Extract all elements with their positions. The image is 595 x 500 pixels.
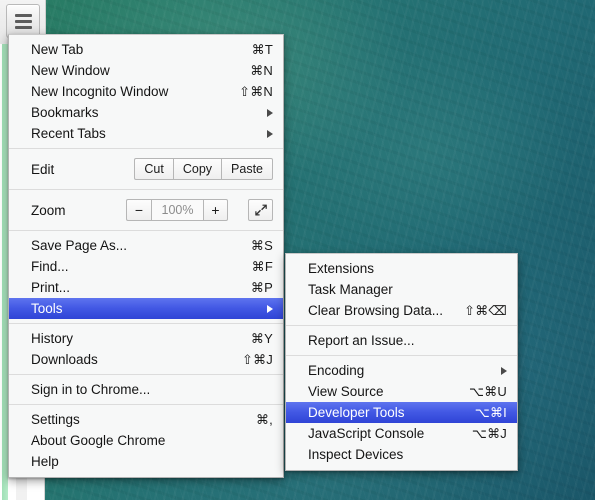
menu-item-history[interactable]: History ⌘Y [9, 328, 283, 349]
zoom-row-label: Zoom [31, 202, 66, 218]
chrome-main-menu: New Tab ⌘T New Window ⌘N New Incognito W… [8, 34, 284, 478]
menu-item-new-tab[interactable]: New Tab ⌘T [9, 39, 283, 60]
submenu-item-encoding[interactable]: Encoding [286, 360, 517, 381]
menu-item-label: View Source [308, 384, 384, 399]
menu-item-label: New Window [31, 63, 110, 78]
menu-item-save-page-as[interactable]: Save Page As... ⌘S [9, 235, 283, 256]
chevron-right-icon [267, 129, 273, 138]
submenu-item-extensions[interactable]: Extensions [286, 258, 517, 279]
menu-item-accelerator: ⇧⌘⌫ [464, 303, 507, 318]
menu-item-help[interactable]: Help [9, 451, 283, 472]
menu-item-label: Recent Tabs [31, 126, 106, 141]
menu-item-downloads[interactable]: Downloads ⇧⌘J [9, 349, 283, 370]
menu-item-accelerator: ⌘F [251, 259, 273, 274]
menu-item-label: Settings [31, 412, 80, 427]
menu-item-label: Report an Issue... [308, 333, 415, 348]
hamburger-line-2 [14, 19, 32, 23]
fullscreen-icon [254, 204, 267, 216]
menu-item-label: Help [31, 454, 59, 469]
zoom-control-group: − 100% + [126, 199, 228, 221]
menu-item-label: New Tab [31, 42, 84, 57]
menu-item-label: Sign in to Chrome... [31, 382, 151, 397]
paste-button[interactable]: Paste [221, 158, 273, 180]
menu-item-label: New Incognito Window [31, 84, 169, 99]
menu-item-label: History [31, 331, 74, 346]
menu-separator [9, 404, 283, 405]
menu-item-accelerator: ⌘S [250, 238, 273, 253]
browser-left-edge-strip [0, 0, 8, 500]
menu-item-accelerator: ⌘N [250, 63, 273, 78]
menu-item-label: Downloads [31, 352, 98, 367]
menu-item-recent-tabs[interactable]: Recent Tabs [9, 123, 283, 144]
menu-row-edit: Edit Cut Copy Paste [9, 153, 283, 185]
menu-item-label: Tools [31, 301, 63, 316]
menu-item-label: Bookmarks [31, 105, 99, 120]
chevron-right-icon [267, 304, 273, 313]
chrome-menu-button[interactable] [6, 4, 40, 38]
chevron-right-icon [267, 108, 273, 117]
menu-item-sign-in-to-chrome[interactable]: Sign in to Chrome... [9, 379, 283, 400]
menu-item-accelerator: ⌘Y [250, 331, 273, 346]
menu-separator [286, 355, 517, 356]
submenu-item-report-an-issue[interactable]: Report an Issue... [286, 330, 517, 351]
hamburger-line-3 [14, 25, 32, 29]
menu-item-label: Save Page As... [31, 238, 128, 253]
fullscreen-button[interactable] [248, 199, 273, 221]
menu-item-accelerator: ⌥⌘J [471, 426, 507, 441]
menu-item-tools[interactable]: Tools [9, 298, 283, 319]
menu-item-new-window[interactable]: New Window ⌘N [9, 60, 283, 81]
menu-item-accelerator: ⌘P [250, 280, 273, 295]
menu-item-label: Inspect Devices [308, 447, 404, 462]
edit-row-label: Edit [31, 161, 55, 177]
submenu-item-inspect-devices[interactable]: Inspect Devices [286, 444, 517, 465]
menu-item-print[interactable]: Print... ⌘P [9, 277, 283, 298]
menu-item-label: Find... [31, 259, 69, 274]
zoom-level-value: 100% [151, 199, 203, 221]
submenu-item-view-source[interactable]: View Source ⌥⌘U [286, 381, 517, 402]
menu-item-bookmarks[interactable]: Bookmarks [9, 102, 283, 123]
cut-button[interactable]: Cut [134, 158, 173, 180]
submenu-item-task-manager[interactable]: Task Manager [286, 279, 517, 300]
menu-item-label: Developer Tools [308, 405, 405, 420]
menu-item-label: Extensions [308, 261, 375, 276]
menu-item-accelerator: ⇧⌘J [242, 352, 273, 367]
menu-item-find[interactable]: Find... ⌘F [9, 256, 283, 277]
submenu-item-clear-browsing-data[interactable]: Clear Browsing Data... ⇧⌘⌫ [286, 300, 517, 321]
menu-item-settings[interactable]: Settings ⌘, [9, 409, 283, 430]
menu-item-accelerator: ⌥⌘I [474, 405, 507, 420]
submenu-item-developer-tools[interactable]: Developer Tools ⌥⌘I [286, 402, 517, 423]
menu-item-label: Task Manager [308, 282, 393, 297]
menu-item-accelerator: ⌥⌘U [469, 384, 507, 399]
menu-separator [9, 323, 283, 324]
copy-button[interactable]: Copy [172, 158, 222, 180]
menu-item-accelerator: ⌘, [255, 412, 273, 427]
menu-separator [286, 325, 517, 326]
menu-item-label: Print... [31, 280, 71, 295]
menu-item-new-incognito-window[interactable]: New Incognito Window ⇧⌘N [9, 81, 283, 102]
menu-item-label: About Google Chrome [31, 433, 166, 448]
tools-submenu: Extensions Task Manager Clear Browsing D… [285, 253, 518, 471]
menu-item-label: JavaScript Console [308, 426, 425, 441]
chevron-right-icon [501, 366, 507, 375]
menu-separator [9, 148, 283, 149]
hamburger-line-1 [14, 13, 32, 17]
menu-item-label: Encoding [308, 363, 365, 378]
edit-button-group: Cut Copy Paste [134, 158, 273, 180]
menu-separator [9, 230, 283, 231]
menu-item-accelerator: ⌘T [251, 42, 273, 57]
submenu-item-javascript-console[interactable]: JavaScript Console ⌥⌘J [286, 423, 517, 444]
menu-item-label: Clear Browsing Data... [308, 303, 444, 318]
menu-item-about-google-chrome[interactable]: About Google Chrome [9, 430, 283, 451]
desktop-root: New Tab ⌘T New Window ⌘N New Incognito W… [0, 0, 595, 500]
menu-item-accelerator: ⇧⌘N [239, 84, 273, 99]
menu-separator [9, 374, 283, 375]
menu-separator [9, 189, 283, 190]
menu-row-zoom: Zoom − 100% + [9, 194, 283, 226]
zoom-in-button[interactable]: + [203, 199, 228, 221]
zoom-out-button[interactable]: − [126, 199, 151, 221]
